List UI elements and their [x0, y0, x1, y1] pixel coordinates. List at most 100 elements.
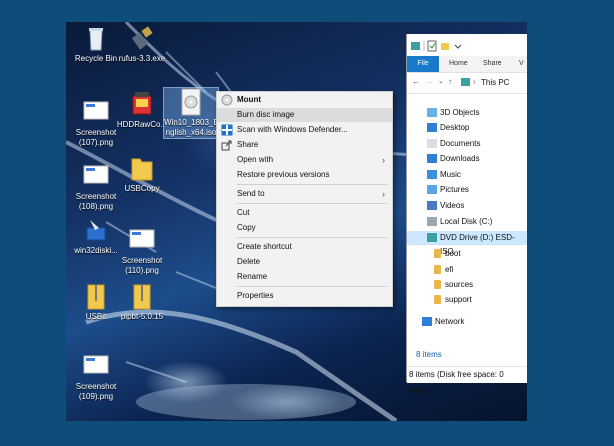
breadcrumb-chevron-icon: ›	[473, 77, 476, 86]
navigation-bar: ← → ⌄ ↑ › This PC	[407, 73, 527, 94]
disk-tool-icon	[132, 92, 152, 115]
download-icon	[427, 154, 437, 163]
trash-icon	[89, 28, 103, 51]
folder-icon	[131, 158, 153, 181]
quick-access-toolbar	[407, 34, 527, 56]
disc-icon	[221, 94, 233, 106]
plpbt-icon[interactable]: plpbt-5.0.15	[114, 282, 170, 322]
tree-item-music[interactable]: Music	[407, 168, 527, 182]
chevron-right-icon: ›	[382, 189, 385, 199]
tree-item-network[interactable]: Network	[407, 315, 527, 329]
this-pc-icon	[461, 78, 470, 86]
screenshot-110-icon[interactable]: Screenshot (110).png	[114, 226, 170, 276]
rufus-exe-icon[interactable]: rufus-3.3.exe	[114, 24, 170, 64]
zip-folder-icon	[133, 284, 151, 310]
image-file-icon	[83, 165, 109, 184]
quick-access-icons	[411, 40, 462, 52]
menu-item-restore-previous-versions[interactable]: Restore previous versions	[217, 168, 392, 182]
up-arrow-icon[interactable]: ↑	[448, 77, 452, 86]
usbcopy-icon[interactable]: USBCopy	[114, 154, 170, 194]
tree-item-dvd-drive-d[interactable]: DVD Drive (D:) ESD-ISO	[407, 231, 527, 256]
image-file-icon	[129, 229, 155, 248]
menu-item-scan-defender[interactable]: Scan with Windows Defender...	[217, 123, 392, 137]
icon-label: Win10_1803_E	[164, 118, 219, 127]
disk-imager-icon	[86, 220, 106, 241]
network-icon	[422, 317, 432, 326]
menu-separator	[237, 203, 387, 204]
icon-label: plpbt-5.0.15	[120, 312, 164, 321]
icon-label: (107).png	[78, 138, 114, 147]
dvd-drive-icon	[427, 233, 437, 242]
folder-icon	[434, 280, 441, 289]
forward-arrow-icon[interactable]: →	[425, 77, 433, 86]
folder-icon	[434, 265, 441, 274]
tab-home[interactable]: Home	[449, 56, 468, 72]
icon-label: nglish_x64.iso	[165, 128, 217, 137]
tree-item-local-disk-c[interactable]: Local Disk (C:)	[407, 215, 527, 229]
tree-item-3d-objects[interactable]: 3D Objects	[407, 106, 527, 120]
context-menu: Mount Burn disc image Scan with Windows …	[216, 91, 393, 307]
folder-icon	[434, 249, 441, 258]
menu-separator	[237, 184, 387, 185]
menu-item-create-shortcut[interactable]: Create shortcut	[217, 240, 392, 254]
menu-item-mount[interactable]: Mount	[217, 93, 392, 107]
menu-item-burn-disc-image[interactable]: Burn disc image	[217, 108, 392, 122]
menu-item-open-with[interactable]: Open with ›	[217, 153, 392, 167]
tree-item-desktop[interactable]: Desktop	[407, 121, 527, 135]
icon-label: HDDRawCo...	[116, 120, 168, 129]
tab-file[interactable]: File	[407, 56, 439, 72]
icon-label: Screenshot	[121, 256, 163, 265]
tree-item-boot[interactable]: boot	[407, 247, 527, 261]
status-bar: 8 items (Disk free space: 0 bytes)	[407, 366, 527, 395]
back-arrow-icon[interactable]: ←	[412, 77, 420, 86]
icon-label: (110).png	[125, 266, 159, 275]
menu-item-delete[interactable]: Delete	[217, 255, 392, 269]
share-icon	[221, 140, 232, 151]
pictures-icon	[427, 185, 437, 194]
tab-share[interactable]: Share	[483, 56, 502, 72]
tree-item-videos[interactable]: Videos	[407, 199, 527, 213]
image-file-icon	[83, 355, 109, 374]
address-bar[interactable]: This PC	[481, 78, 509, 87]
tree-item-efi[interactable]: efi	[407, 263, 527, 277]
menu-item-share[interactable]: Share	[217, 138, 392, 152]
ribbon-tabs: File Home Share V	[407, 56, 527, 73]
menu-item-properties[interactable]: Properties	[217, 289, 392, 303]
menu-item-cut[interactable]: Cut	[217, 206, 392, 220]
folder-icon	[434, 295, 441, 304]
menu-separator	[237, 286, 387, 287]
hddrawcopy-icon[interactable]: HDDRawCo...	[114, 90, 170, 130]
music-icon	[427, 170, 437, 179]
icon-label: USBCopy	[124, 184, 160, 193]
menu-separator	[237, 237, 387, 238]
icon-label: (108).png	[78, 202, 114, 211]
menu-item-copy[interactable]: Copy	[217, 221, 392, 235]
disc-image-icon	[181, 88, 201, 116]
documents-icon	[427, 139, 437, 148]
image-file-icon	[83, 101, 109, 120]
desktop-icon	[427, 123, 437, 132]
menu-item-send-to[interactable]: Send to ›	[217, 187, 392, 201]
zip-folder-icon	[87, 284, 105, 310]
tree-item-sources[interactable]: sources	[407, 278, 527, 292]
win10-iso-icon[interactable]: Win10_1803_E nglish_x64.iso	[163, 87, 219, 139]
cube-icon	[427, 108, 437, 117]
recent-chevron-icon[interactable]: ⌄	[438, 77, 444, 85]
item-count: 8 items	[416, 350, 442, 359]
icon-label: rufus-3.3.exe	[118, 54, 166, 63]
tree-item-pictures[interactable]: Pictures	[407, 183, 527, 197]
tree-item-downloads[interactable]: Downloads	[407, 152, 527, 166]
tab-view[interactable]: V	[519, 56, 524, 72]
tree-item-support[interactable]: support	[407, 293, 527, 307]
chevron-right-icon: ›	[382, 155, 385, 165]
file-explorer-window: File Home Share V ← → ⌄ ↑ › This PC 3D O…	[406, 34, 527, 395]
status-text: 8 items (Disk free space: 0 bytes)	[409, 370, 504, 395]
hard-drive-icon	[427, 217, 437, 226]
usb-drive-icon	[131, 26, 153, 50]
menu-item-rename[interactable]: Rename	[217, 270, 392, 284]
icon-label: (109).png	[78, 392, 114, 401]
shield-icon	[221, 124, 233, 136]
icon-label: Screenshot	[75, 382, 117, 391]
screenshot-109-icon[interactable]: Screenshot (109).png	[68, 352, 124, 402]
tree-item-documents[interactable]: Documents	[407, 137, 527, 151]
